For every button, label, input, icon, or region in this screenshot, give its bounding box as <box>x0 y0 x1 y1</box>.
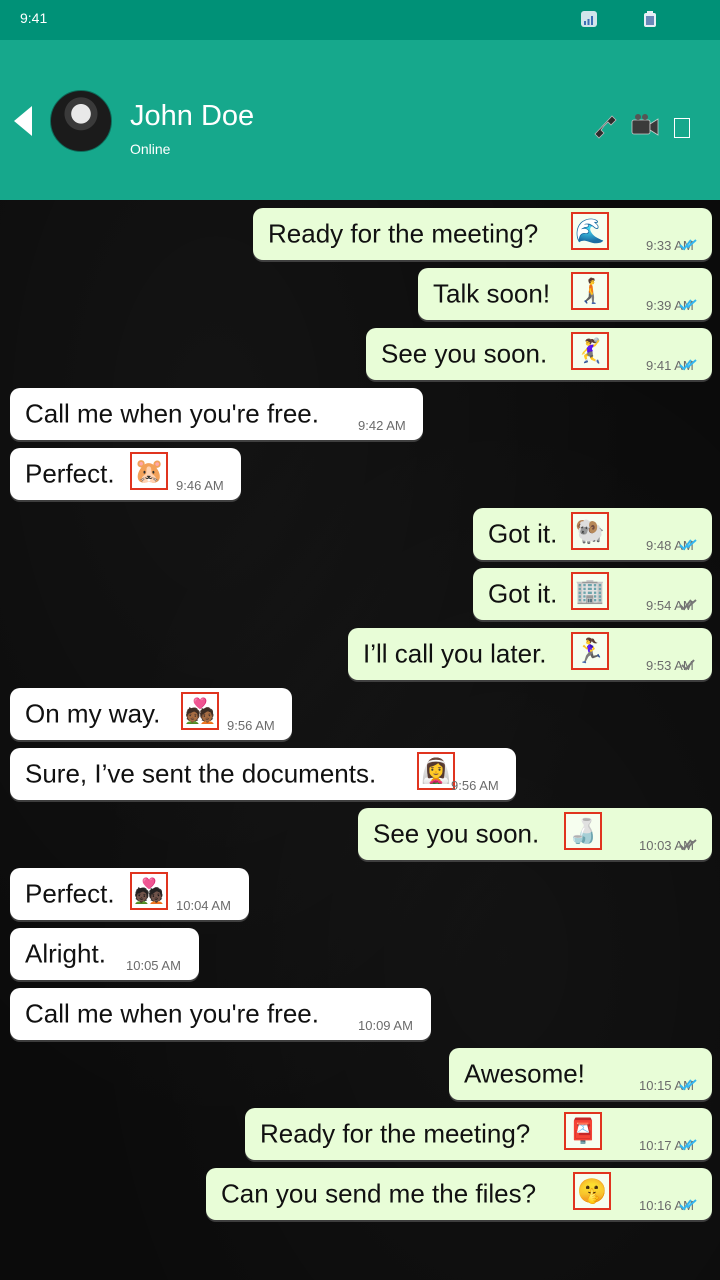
back-arrow-icon[interactable] <box>14 106 34 136</box>
message-bubble[interactable]: Awesome! 10:15 AM <box>449 1048 712 1100</box>
read-checkmarks-icon <box>679 539 697 551</box>
message-bubble[interactable]: See you soon. 🍶 10:03 AM <box>358 808 712 860</box>
message-text: I’ll call you later. <box>363 638 547 669</box>
message-bubble[interactable]: Ready for the meeting? 🌊 9:33 AM <box>253 208 712 260</box>
message-time: 9:46 AM <box>176 478 224 493</box>
message-text: See you soon. <box>373 818 540 849</box>
chat-header: John Doe Online <box>0 40 720 200</box>
phone-icon[interactable] <box>590 112 620 140</box>
contact-presence: Online <box>130 141 171 157</box>
message-bubble[interactable]: I’ll call you later. 🏃‍♀️ 9:53 AM <box>348 628 712 680</box>
shushing-face-emoji: 🤫 <box>573 1172 611 1210</box>
video-camera-icon[interactable] <box>630 112 660 140</box>
message-bubble[interactable]: Ready for the meeting? 📮 10:17 AM <box>245 1108 712 1160</box>
message-bubble[interactable]: Perfect. 💑🏿 10:04 AM <box>10 868 249 920</box>
message-bubble[interactable]: Call me when you're free. 9:42 AM <box>10 388 423 440</box>
read-checkmarks-icon <box>679 239 697 251</box>
message-text: Call me when you're free. <box>25 998 319 1029</box>
message-text: See you soon. <box>381 338 548 369</box>
message-bubble[interactable]: Got it. 🐏 9:48 AM <box>473 508 712 560</box>
status-bar: 9:41 <box>0 0 720 40</box>
message-bubble[interactable]: Can you send me the files? 🤫 10:16 AM <box>206 1168 712 1220</box>
postbox-emoji: 📮 <box>564 1112 602 1150</box>
message-text: Can you send me the files? <box>221 1178 537 1209</box>
handball-emoji: 🤾‍♀️ <box>571 332 609 370</box>
message-bubble[interactable]: Talk soon! 🚶‍➡️ 9:39 AM <box>418 268 712 320</box>
ram-emoji: 🐏 <box>571 512 609 550</box>
read-checkmarks-icon <box>679 359 697 371</box>
read-checkmarks-icon <box>679 1139 697 1151</box>
battery-icon <box>644 11 656 27</box>
message-bubble[interactable]: Call me when you're free. 10:09 AM <box>10 988 431 1040</box>
message-time: 10:09 AM <box>358 1018 413 1033</box>
message-text: Awesome! <box>464 1058 585 1089</box>
message-text: Got it. <box>488 518 558 549</box>
message-text: Perfect. <box>25 458 115 489</box>
running-woman-emoji: 🏃‍♀️ <box>571 632 609 670</box>
message-bubble[interactable]: On my way. 💑🏾 9:56 AM <box>10 688 292 740</box>
message-time: 10:04 AM <box>176 898 231 913</box>
message-bubble[interactable]: Sure, I’ve sent the documents. 👰‍♀️ 9:56… <box>10 748 516 800</box>
message-time: 9:42 AM <box>358 418 406 433</box>
message-time: 9:56 AM <box>227 718 275 733</box>
delivered-checkmarks-icon <box>679 839 697 851</box>
message-text: Talk soon! <box>433 278 551 309</box>
sake-emoji: 🍶 <box>564 812 602 850</box>
message-time: 10:05 AM <box>126 958 181 973</box>
message-text: Got it. <box>488 578 558 609</box>
couple-with-heart-emoji: 💑🏾 <box>181 692 219 730</box>
signal-icon <box>581 11 597 27</box>
bride-emoji: 👰‍♀️ <box>417 752 455 790</box>
message-text: Ready for the meeting? <box>268 218 539 249</box>
message-text: Sure, I’ve sent the documents. <box>25 758 377 789</box>
message-bubble[interactable]: Got it. 🏢 9:54 AM <box>473 568 712 620</box>
message-bubble[interactable]: See you soon. 🤾‍♀️ 9:41 AM <box>366 328 712 380</box>
message-text: On my way. <box>25 698 161 729</box>
message-time: 9:56 AM <box>451 778 499 793</box>
message-text: Alright. <box>25 938 106 969</box>
message-list[interactable]: Ready for the meeting? 🌊 9:33 AM Talk so… <box>0 200 720 1280</box>
walking-emoji: 🚶‍➡️ <box>571 272 609 310</box>
message-bubble[interactable]: Perfect. 🐹 9:46 AM <box>10 448 241 500</box>
read-checkmarks-icon <box>679 1079 697 1091</box>
delivered-checkmarks-icon <box>679 599 697 611</box>
office-building-emoji: 🏢 <box>571 572 609 610</box>
message-text: Perfect. <box>25 878 115 909</box>
menu-icon[interactable] <box>674 118 690 138</box>
message-bubble[interactable]: Alright. 10:05 AM <box>10 928 199 980</box>
read-checkmarks-icon <box>679 1199 697 1211</box>
contact-avatar[interactable] <box>50 90 112 152</box>
read-checkmarks-icon <box>679 299 697 311</box>
hamster-emoji: 🐹 <box>130 452 168 490</box>
status-time: 9:41 <box>20 10 48 26</box>
wave-emoji: 🌊 <box>571 212 609 250</box>
message-text: Ready for the meeting? <box>260 1118 531 1149</box>
couple-with-heart-emoji: 💑🏿 <box>130 872 168 910</box>
contact-name[interactable]: John Doe <box>130 100 254 133</box>
sent-checkmark-icon <box>681 659 695 671</box>
message-text: Call me when you're free. <box>25 398 319 429</box>
